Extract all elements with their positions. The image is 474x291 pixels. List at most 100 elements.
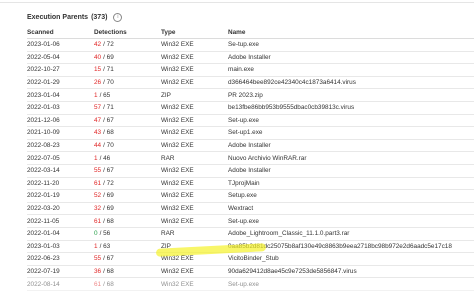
table-row[interactable]: 2021-10-09 43/ 68 Win32 EXE Set-up1.exe xyxy=(27,127,474,140)
column-header-name[interactable]: Name xyxy=(228,26,245,38)
cell-detections: 61/ 68 xyxy=(94,278,114,290)
detection-total: / 69 xyxy=(103,53,114,61)
detection-total: / 68 xyxy=(103,267,114,275)
cell-name[interactable]: Adobe Installer xyxy=(228,165,271,177)
table-row[interactable]: 2022-08-14 61/ 68 Win32 EXE Set-up.exe xyxy=(27,278,474,291)
cell-detections: 15/ 71 xyxy=(94,64,114,76)
cell-name[interactable]: d366464bee892ce42340c4c1873a6414.virus xyxy=(228,77,356,89)
cell-name[interactable]: Se-tup.exe xyxy=(228,39,259,51)
cell-scanned: 2022-06-23 xyxy=(27,255,60,263)
detection-total: / 72 xyxy=(103,41,114,49)
detection-count: 1 xyxy=(94,242,98,250)
cell-detections: 57/ 71 xyxy=(94,102,114,114)
column-header-detections[interactable]: Detections xyxy=(94,26,127,38)
detection-count: 57 xyxy=(94,104,102,112)
cell-name[interactable]: Wextract xyxy=(228,203,253,215)
table-row[interactable]: 2022-01-04 0/ 56 RAR Adobe_Lightroom_Classi… xyxy=(27,228,474,241)
table-row[interactable]: 2022-05-04 40/ 69 Win32 EXE Adobe Installer xyxy=(27,52,474,65)
cell-scanned: 2022-01-04 xyxy=(27,230,60,238)
detection-total: / 70 xyxy=(103,79,114,87)
table-row[interactable]: 2022-06-23 55/ 67 Win32 EXE VicitoBinder_St… xyxy=(27,253,474,266)
cell-type: Win32 EXE xyxy=(161,267,194,275)
section-title: Execution Parents (373) i xyxy=(27,10,123,24)
detection-total: / 71 xyxy=(103,66,114,74)
table-row[interactable]: 2022-10-27 15/ 71 Win32 EXE main.exe xyxy=(27,64,474,77)
detection-count: 32 xyxy=(94,205,102,213)
cell-scanned: 2022-05-04 xyxy=(27,53,60,61)
table-body: 2023-01-06 42/ 72 Win32 EXE Se-tup.exe 2022-… xyxy=(27,39,474,291)
cell-type: Win32 EXE xyxy=(161,179,194,187)
cell-name[interactable]: Set-up.exe xyxy=(228,215,259,227)
cell-detections: 61/ 68 xyxy=(94,215,114,227)
cell-name[interactable]: Set-up1.exe xyxy=(228,127,262,139)
column-header-type[interactable]: Type xyxy=(161,26,175,38)
cell-name[interactable]: Adobe_Lightroom_Classic_11.1.0.part3.rar xyxy=(228,228,349,240)
cell-detections: 32/ 69 xyxy=(94,203,114,215)
cell-scanned: 2022-03-20 xyxy=(27,205,60,213)
detection-total: / 72 xyxy=(103,179,114,187)
detection-total: / 46 xyxy=(99,154,111,162)
cell-detections: 40/ 69 xyxy=(94,52,114,64)
detection-total: / 70 xyxy=(103,142,114,150)
cell-type: Win32 EXE xyxy=(161,53,194,61)
cell-name[interactable]: PR 2023.zip xyxy=(228,89,263,101)
cell-name[interactable]: be13fbe86bb953b9555dbac0cb39813c.virus xyxy=(228,102,354,114)
table-row[interactable]: 2022-01-03 57/ 71 Win32 EXE be13fbe86bb953b… xyxy=(27,102,474,115)
cell-type: ZIP xyxy=(161,91,171,99)
cell-name[interactable]: 90da629412d8ae45c9e7253de5856847.virus xyxy=(228,266,357,278)
cell-name[interactable]: Set-up.exe xyxy=(228,115,259,127)
table-row[interactable]: 2022-07-19 36/ 68 Win32 EXE 90da629412d8ae4… xyxy=(27,266,474,279)
cell-type: RAR xyxy=(161,230,175,238)
cell-scanned: 2023-01-04 xyxy=(27,91,60,99)
cell-name[interactable]: TJprojMain xyxy=(228,178,260,190)
table-row[interactable]: 2022-08-23 44/ 70 Win32 EXE Adobe Installer xyxy=(27,140,474,153)
table-row[interactable]: 2023-01-06 42/ 72 Win32 EXE Se-tup.exe xyxy=(27,39,474,52)
cell-detections: 36/ 68 xyxy=(94,266,114,278)
detection-count: 40 xyxy=(94,53,102,61)
cell-detections: 52/ 69 xyxy=(94,190,114,202)
table-row[interactable]: 2023-01-04 1/ 65 ZIP PR 2023.zip xyxy=(27,89,474,102)
table-header: Scanned Detections Type Name xyxy=(27,26,474,39)
table-row[interactable]: 2022-11-05 61/ 68 Win32 EXE Set-up.exe xyxy=(27,215,474,228)
table-row[interactable]: 2022-11-20 61/ 72 Win32 EXE TJprojMain xyxy=(27,178,474,191)
cell-type: Win32 EXE xyxy=(161,142,194,150)
column-header-scanned[interactable]: Scanned xyxy=(27,26,54,38)
cell-scanned: 2022-01-19 xyxy=(27,192,60,200)
cell-detections: 55/ 67 xyxy=(94,253,114,265)
table-row[interactable]: 2022-01-29 26/ 70 Win32 EXE d366464bee892ce… xyxy=(27,77,474,90)
cell-detections: 42/ 72 xyxy=(94,39,114,51)
cell-type: Win32 EXE xyxy=(161,66,194,74)
table-row[interactable]: 2022-03-14 55/ 67 Win32 EXE Adobe Installer xyxy=(27,165,474,178)
detection-total: / 56 xyxy=(99,230,111,238)
cell-name[interactable]: Adobe Installer xyxy=(228,140,271,152)
table-row[interactable]: 2022-07-05 1/ 46 RAR Nuovo Archivio WinRAR.… xyxy=(27,152,474,165)
section-title-label: Execution Parents xyxy=(27,13,89,21)
cell-scanned: 2022-01-03 xyxy=(27,104,60,112)
detection-count: 47 xyxy=(94,116,102,124)
cell-type: Win32 EXE xyxy=(161,217,194,225)
cell-scanned: 2022-08-14 xyxy=(27,280,60,288)
detection-count: 44 xyxy=(94,142,102,150)
cell-name[interactable]: Set-up.exe xyxy=(228,278,259,290)
detection-count: 36 xyxy=(94,267,102,275)
detection-count: 0 xyxy=(94,230,98,238)
cell-type: Win32 EXE xyxy=(161,280,194,288)
cell-name[interactable]: Adobe Installer xyxy=(228,52,271,64)
cell-name[interactable]: Nuovo Archivio WinRAR.rar xyxy=(228,152,307,164)
table-row[interactable]: 2021-12-06 47/ 67 Win32 EXE Set-up.exe xyxy=(27,115,474,128)
cell-detections: 47/ 67 xyxy=(94,115,114,127)
info-icon[interactable]: i xyxy=(113,12,123,22)
cell-detections: 61/ 72 xyxy=(94,178,114,190)
cell-scanned: 2021-12-06 xyxy=(27,116,60,124)
cell-name[interactable]: Setup.exe xyxy=(228,190,257,202)
table-row[interactable]: 2022-03-20 32/ 69 Win32 EXE Wextract xyxy=(27,203,474,216)
cell-scanned: 2022-03-14 xyxy=(27,167,60,175)
detection-total: / 67 xyxy=(103,167,114,175)
cell-detections: 1/ 63 xyxy=(94,241,110,253)
cell-type: Win32 EXE xyxy=(161,205,194,213)
detection-total: / 71 xyxy=(103,104,114,112)
cell-name[interactable]: main.exe xyxy=(228,64,254,76)
table-row[interactable]: 2022-01-19 52/ 69 Win32 EXE Setup.exe xyxy=(27,190,474,203)
cell-scanned: 2022-07-19 xyxy=(27,267,60,275)
cell-name[interactable]: VicitoBinder_Stub xyxy=(228,253,279,265)
